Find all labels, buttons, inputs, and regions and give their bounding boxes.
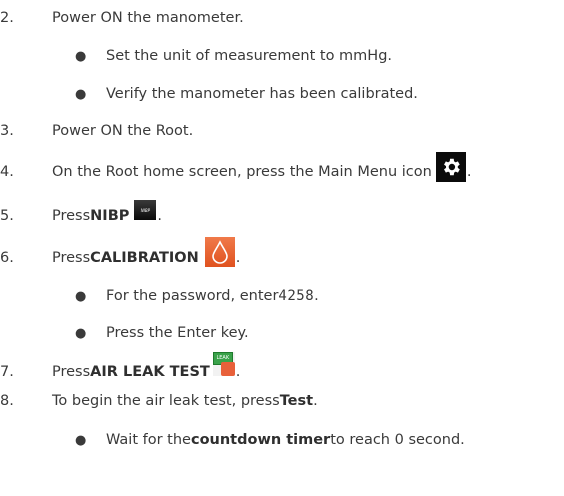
menu-label: CALIBRATION <box>90 250 199 266</box>
bullet-item: ● Press the Enter key. <box>0 319 564 341</box>
step-suffix: . <box>466 164 472 180</box>
nibp-icon: NIBP <box>134 200 157 220</box>
step-5: 5. Press NIBP NIBP . <box>0 194 564 224</box>
bullet-item: ● Wait for the countdown timer to reach … <box>0 426 564 448</box>
step-prefix: Press <box>52 208 91 224</box>
bullet-icon: ● <box>75 326 87 341</box>
bullet-item: ● Set the unit of measurement to mmHg. <box>0 42 564 64</box>
bullet-icon: ● <box>75 289 87 304</box>
bullet-icon: ● <box>75 433 87 448</box>
bullet-text: Verify the manometer has been calibrated… <box>106 86 418 102</box>
step-suffix: . <box>157 208 162 224</box>
step-text: Power ON the manometer. <box>52 10 244 26</box>
step-number: 8. <box>0 393 14 409</box>
step-3: 3. Power ON the Root. <box>0 117 564 139</box>
calibration-icon <box>204 237 235 267</box>
step-prefix: Press <box>52 250 91 266</box>
bullet-text: For the password, enter <box>106 288 279 304</box>
step-6: 6. Press CALIBRATION . <box>0 228 564 268</box>
step-number: 2. <box>0 10 14 26</box>
gear-icon <box>435 152 466 182</box>
step-7: 7. Press AIR LEAK TEST LEAK . <box>0 350 564 380</box>
air-leak-test-icon: LEAK <box>212 352 235 376</box>
step-text: On the Root home screen, press the Main … <box>52 164 432 180</box>
step-8: 8. To begin the air leak test, press Tes… <box>0 387 564 409</box>
step-number: 5. <box>0 208 14 224</box>
bullet-text: Wait for the <box>106 432 191 448</box>
bullet-icon: ● <box>75 87 87 102</box>
bullet-text: Press the Enter key. <box>106 325 249 341</box>
bullet-item: ● For the password, enter 4258 . <box>0 282 564 304</box>
bullet-emphasis: countdown timer <box>190 432 331 448</box>
step-suffix: . <box>235 364 241 380</box>
step-text: Power ON the Root. <box>52 123 194 139</box>
password-code: 4258 <box>278 288 315 304</box>
menu-label: AIR LEAK TEST <box>90 364 210 380</box>
bullet-suffix: to reach 0 second. <box>330 432 465 448</box>
step-number: 4. <box>0 164 14 180</box>
step-prefix: To begin the air leak test, press <box>52 393 280 409</box>
bullet-item: ● Verify the manometer has been calibrat… <box>0 80 564 102</box>
step-4: 4. On the Root home screen, press the Ma… <box>0 148 564 184</box>
menu-label: NIBP <box>90 208 130 224</box>
step-number: 3. <box>0 123 14 139</box>
step-suffix: . <box>235 250 241 266</box>
step-number: 6. <box>0 250 14 266</box>
bullet-icon: ● <box>75 49 87 64</box>
step-prefix: Press <box>52 364 91 380</box>
step-number: 7. <box>0 364 14 380</box>
bullet-suffix: . <box>314 288 319 304</box>
bullet-text: Set the unit of measurement to mmHg. <box>106 48 393 64</box>
step-2: 2. Power ON the manometer. <box>0 4 564 26</box>
step-suffix: . <box>313 393 318 409</box>
button-label: Test <box>279 393 314 409</box>
